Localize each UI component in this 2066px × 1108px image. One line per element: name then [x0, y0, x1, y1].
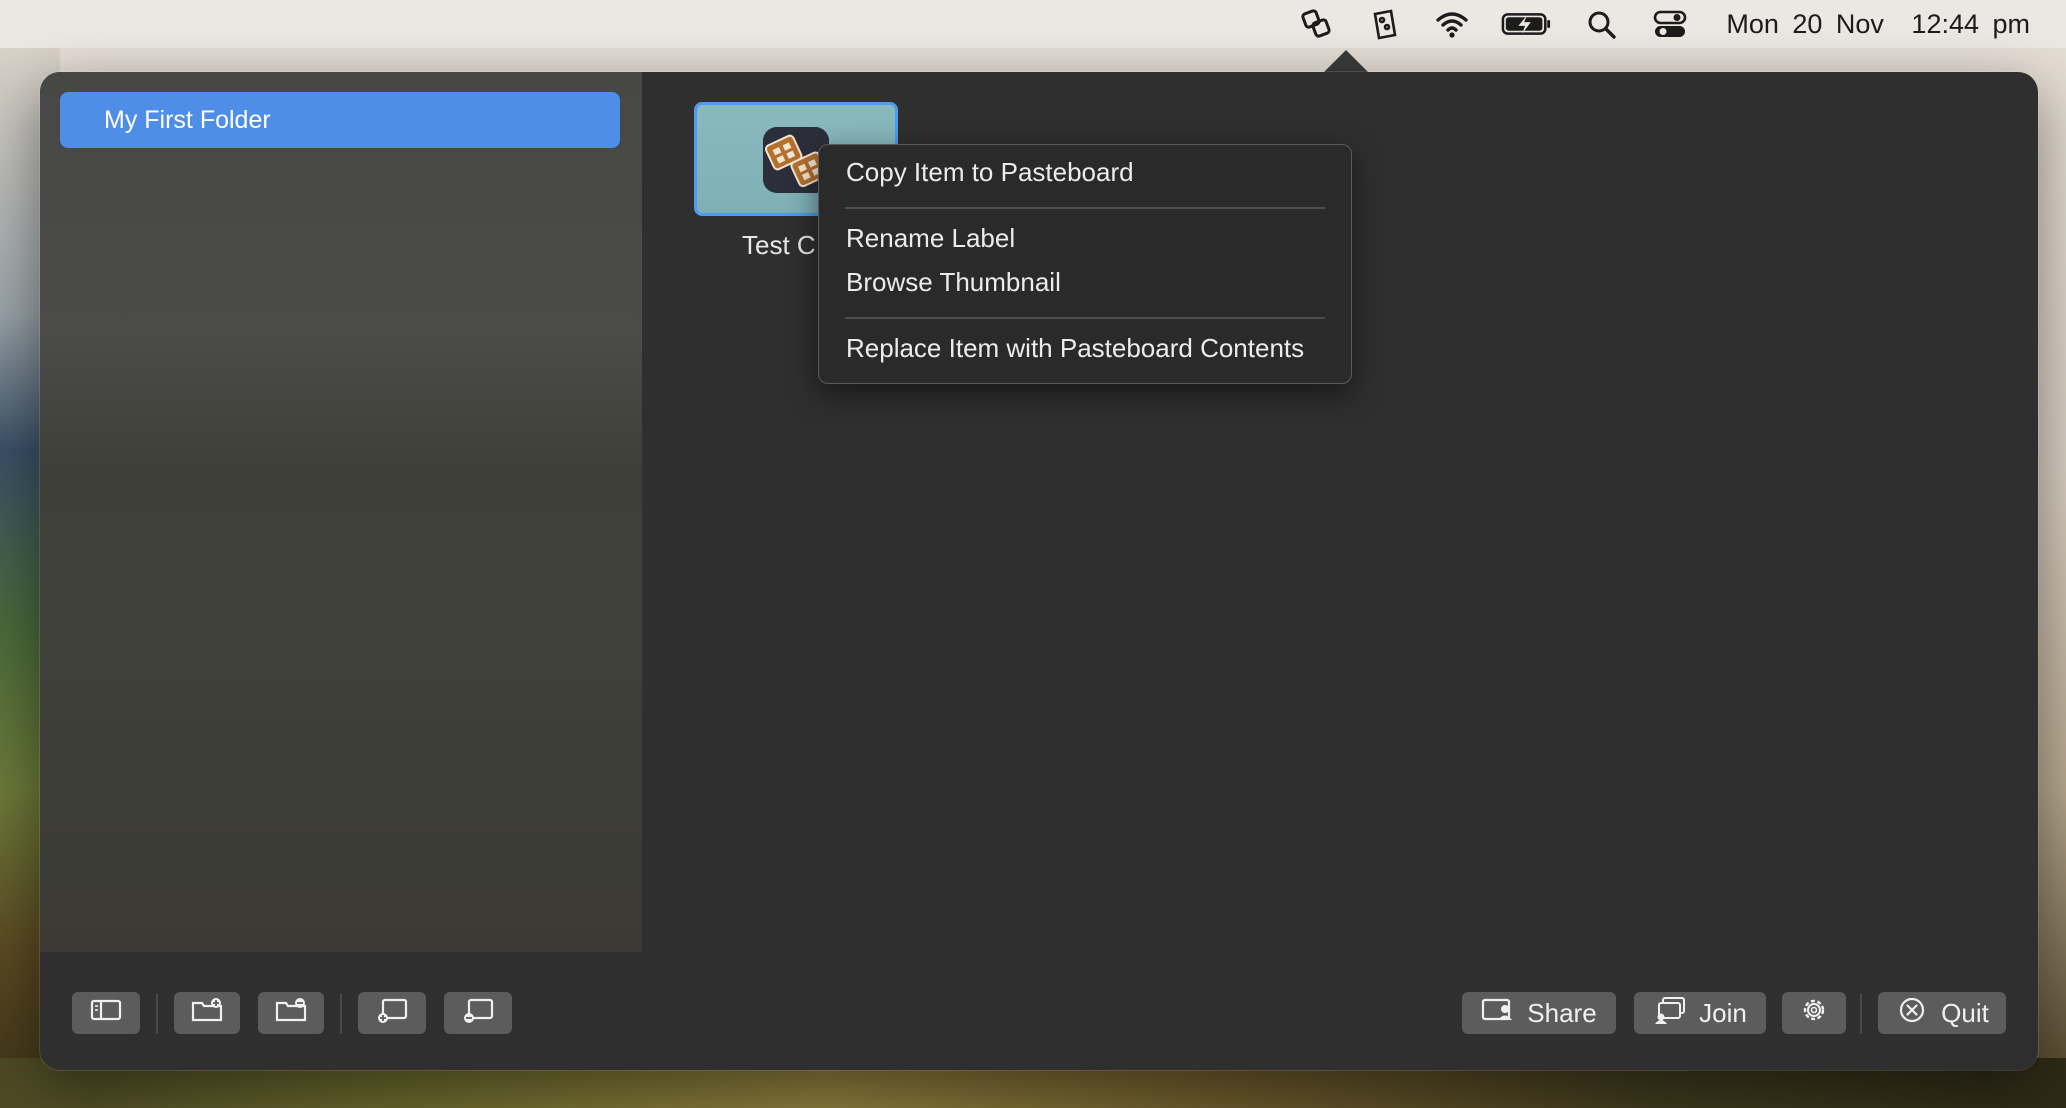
app-popover: My First Folder Test C Copy Item to Past… [40, 72, 2038, 1070]
clip-item-label[interactable]: Test C [742, 230, 816, 261]
menu-separator [845, 207, 1325, 209]
wifi-icon[interactable] [1432, 4, 1472, 44]
add-item-icon [375, 995, 409, 1032]
menu-bar: Mon 20 Nov 12:44 pm [0, 0, 2066, 48]
join-label: Join [1699, 997, 1747, 1028]
menu-separator [845, 317, 1325, 319]
clipboard-tool-icon[interactable] [1364, 4, 1404, 44]
join-screen-icon [1653, 995, 1687, 1032]
app-status-icon[interactable] [1296, 4, 1336, 44]
menu-copy-item-to-pasteboard[interactable]: Copy Item to Pasteboard [846, 157, 1134, 188]
sidebar-folder-my-first-folder[interactable]: My First Folder [60, 92, 620, 148]
share-button[interactable]: Share [1462, 992, 1616, 1034]
menu-bar-time: 12:44 pm [1911, 8, 2030, 39]
toolbar-divider [1860, 994, 1862, 1034]
toggle-sidebar-button[interactable] [72, 992, 140, 1034]
remove-item-icon [461, 995, 495, 1032]
menu-bar-clock[interactable]: Mon 20 Nov 12:44 pm [1726, 9, 2030, 40]
remove-folder-icon [274, 995, 308, 1032]
item-context-menu: Copy Item to Pasteboard Rename Label Bro… [818, 144, 1352, 384]
spotlight-search-icon[interactable] [1582, 4, 1622, 44]
remove-folder-button[interactable] [258, 992, 324, 1034]
add-folder-button[interactable] [174, 992, 240, 1034]
add-item-button[interactable] [358, 992, 426, 1034]
bottom-toolbar: Share Join Quit [40, 952, 2038, 1070]
gear-icon [1797, 995, 1831, 1032]
toolbar-divider [156, 994, 158, 1034]
add-folder-icon [190, 995, 224, 1032]
folder-label: My First Folder [104, 105, 271, 134]
folder-sidebar: My First Folder [40, 72, 642, 952]
toolbar-divider [340, 994, 342, 1034]
share-label: Share [1527, 997, 1597, 1028]
popover-caret [1324, 50, 1368, 72]
menu-rename-label[interactable]: Rename Label [846, 223, 1015, 254]
quit-button[interactable]: Quit [1878, 992, 2006, 1034]
quit-label: Quit [1941, 997, 1989, 1028]
menu-bar-date: Mon 20 Nov [1726, 8, 1884, 39]
settings-button[interactable] [1782, 992, 1846, 1034]
close-circle-icon [1895, 995, 1929, 1032]
join-button[interactable]: Join [1634, 992, 1766, 1034]
share-screen-icon [1481, 995, 1515, 1032]
remove-item-button[interactable] [444, 992, 512, 1034]
sidebar-toggle-icon [89, 995, 123, 1032]
menu-replace-item-with-pasteboard-contents[interactable]: Replace Item with Pasteboard Contents [846, 333, 1304, 364]
control-center-icon[interactable] [1650, 4, 1690, 44]
menu-browse-thumbnail[interactable]: Browse Thumbnail [846, 267, 1061, 298]
battery-charging-icon [1500, 4, 1554, 44]
